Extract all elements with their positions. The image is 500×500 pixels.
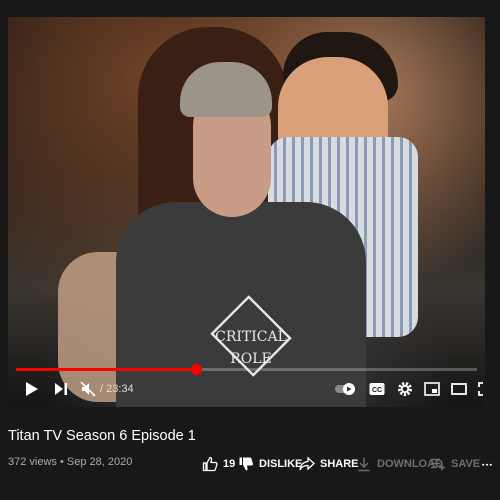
progress-scrubber[interactable] bbox=[190, 364, 202, 375]
autoplay-toggle[interactable] bbox=[334, 375, 358, 403]
save-label: SAVE bbox=[451, 458, 481, 470]
video-player[interactable]: CRITICAL ROLE / 23:34 CC bbox=[8, 17, 485, 407]
share-icon bbox=[299, 456, 315, 471]
thumbs-up-icon bbox=[202, 456, 218, 472]
video-title: Titan TV Season 6 Episode 1 bbox=[8, 428, 196, 444]
video-frame[interactable]: CRITICAL ROLE bbox=[8, 17, 485, 407]
mute-button[interactable] bbox=[78, 375, 98, 403]
share-label: SHARE bbox=[320, 458, 359, 470]
dislike-label: DISLIKE bbox=[259, 458, 303, 470]
miniplayer-icon bbox=[424, 382, 440, 396]
fullscreen-button[interactable] bbox=[476, 375, 485, 403]
settings-button[interactable] bbox=[396, 375, 414, 403]
more-actions-button[interactable] bbox=[481, 456, 493, 472]
dislike-button[interactable]: DISLIKE bbox=[238, 456, 302, 472]
download-icon bbox=[358, 457, 370, 472]
miniplayer-button[interactable] bbox=[423, 375, 441, 403]
theater-icon bbox=[451, 383, 467, 395]
fullscreen-icon bbox=[478, 382, 483, 396]
more-icon bbox=[482, 463, 492, 466]
next-icon bbox=[55, 383, 67, 395]
playlist-add-icon bbox=[431, 458, 445, 471]
save-button[interactable]: SAVE bbox=[430, 456, 480, 472]
time-display: / 23:34 bbox=[100, 383, 134, 395]
cc-icon: CC bbox=[369, 383, 385, 395]
progress-fill bbox=[16, 368, 196, 371]
share-button[interactable]: SHARE bbox=[299, 456, 359, 472]
captions-button[interactable]: CC bbox=[368, 375, 386, 403]
autoplay-toggle-icon bbox=[335, 383, 355, 395]
play-icon bbox=[26, 382, 38, 396]
thumbs-down-icon bbox=[239, 457, 253, 471]
gear-icon bbox=[398, 382, 412, 396]
player-controls: / 23:34 CC bbox=[8, 375, 485, 403]
progress-bar[interactable] bbox=[16, 364, 477, 375]
mute-icon bbox=[80, 381, 96, 397]
svg-text:CC: CC bbox=[372, 387, 382, 394]
next-button[interactable] bbox=[51, 375, 71, 403]
video-meta: 372 views • Sep 28, 2020 bbox=[8, 456, 133, 468]
theater-button[interactable] bbox=[450, 375, 468, 403]
like-button[interactable]: 19 bbox=[202, 456, 235, 472]
like-count: 19 bbox=[223, 458, 236, 470]
play-button[interactable] bbox=[22, 375, 42, 403]
